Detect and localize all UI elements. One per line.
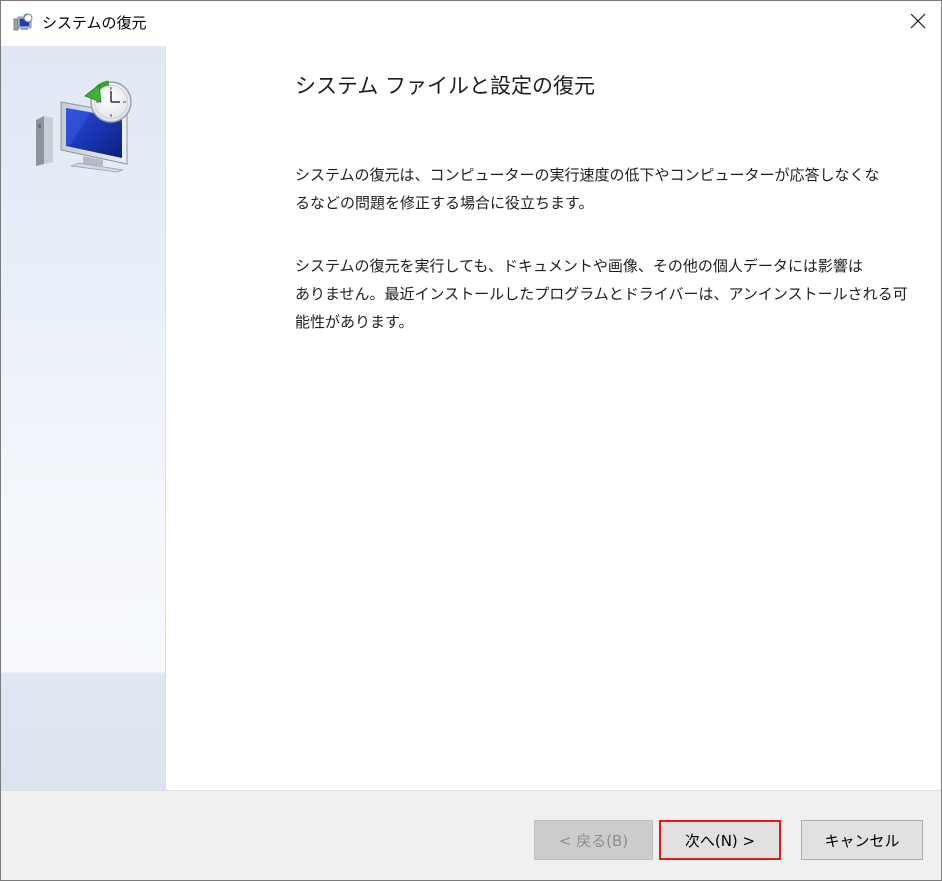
description-paragraph-1: システムの復元は、コンピューターの実行速度の低下やコンピューターが応答しなくな … [295,161,880,217]
wizard-content: システム ファイルと設定の復元 システムの復元は、コンピューターの実行速度の低下… [166,46,941,790]
paragraph-line: 能性があります。 [295,313,414,331]
description-paragraph-2: システムの復元を実行しても、ドキュメントや画像、その他の個人データには影響は あ… [295,252,908,336]
paragraph-line: るなどの問題を修正する場合に役立ちます。 [295,194,594,212]
window-title: システムの復元 [42,14,147,32]
close-icon [910,13,926,33]
close-button[interactable] [895,1,941,45]
paragraph-line: システムの復元を実行しても、ドキュメントや画像、その他の個人データには影響は [295,257,863,275]
monitor-with-clock-restore-icon [31,78,135,174]
paragraph-line: ありません。最近インストールしたプログラムとドライバーは、アンインストールされる… [295,285,908,303]
back-button[interactable]: < 戻る(B) [534,820,653,860]
wizard-sidebar [1,46,166,790]
next-button[interactable]: 次へ(N) > [659,820,781,860]
page-title: システム ファイルと設定の復元 [295,74,596,98]
system-restore-dialog: システムの復元 システム ファイルと設定の復元 システムの復元は、コンピューター… [0,0,942,881]
system-restore-icon [13,13,35,33]
cancel-button[interactable]: キャンセル [801,820,923,860]
button-bar: < 戻る(B) 次へ(N) > キャンセル [1,790,941,880]
paragraph-line: システムの復元は、コンピューターの実行速度の低下やコンピューターが応答しなくな [295,166,880,184]
title-bar[interactable]: システムの復元 [1,1,941,46]
